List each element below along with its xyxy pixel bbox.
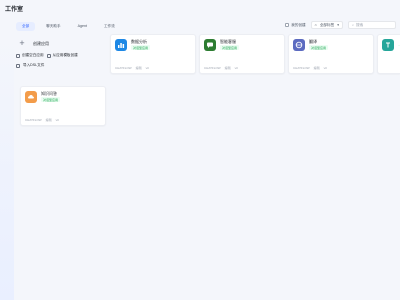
app-description — [115, 54, 191, 63]
app-footer: CHATFLOW 编辑 v0 — [204, 66, 280, 70]
chart-icon — [115, 39, 127, 51]
app-type-badge: 对话型应用 — [41, 97, 61, 102]
app-root: 工作室 全部 聊天助手 Agent 工作流 我的创建 ⌂ 全部标签 ▾ ⌕ 搜索… — [0, 0, 400, 300]
blank-doc-icon — [16, 53, 20, 58]
app-type-badge: 对话型应用 — [131, 45, 151, 50]
import-icon — [16, 63, 20, 68]
create-app-button[interactable]: + 创建应用 — [16, 39, 102, 48]
app-type-badge: 对话型应用 — [220, 45, 240, 50]
app-edit[interactable]: 编辑 — [136, 66, 142, 70]
tag-icon: ⌂ — [314, 23, 317, 27]
plus-icon: + — [19, 38, 25, 48]
toolbar: 我的创建 ⌂ 全部标签 ▾ ⌕ 搜索 — [285, 21, 396, 29]
tab-agent[interactable]: Agent — [72, 22, 93, 30]
app-edit[interactable]: 编辑 — [225, 66, 231, 70]
template-icon — [46, 53, 51, 58]
app-card[interactable]: 智能客服 对话型应用 CHATFLOW 编辑 v0 — [199, 34, 285, 74]
app-card[interactable]: 知识问答 对话型应用 CHATFLOW 编辑 v0 — [20, 86, 106, 126]
app-description — [382, 54, 396, 63]
tab-workflow[interactable]: 工作流 — [98, 22, 121, 31]
app-mode: CHATFLOW — [293, 66, 310, 70]
app-footer: CHATFLOW 编辑 v0 — [293, 66, 369, 70]
create-template-label: 从应用模板创建 — [52, 53, 78, 57]
create-app-panel: + 创建应用 创建空白应用 从应用模板创建 导入DSL文件 — [16, 37, 102, 68]
app-description — [25, 106, 101, 115]
search-placeholder: 搜索 — [356, 22, 364, 27]
app-mode: CHATFLOW — [115, 66, 132, 70]
tags-select[interactable]: ⌂ 全部标签 ▾ — [310, 21, 343, 29]
app-card[interactable]: 翻译 对话型应用 CHATFLOW 编辑 v0 — [288, 34, 374, 74]
app-type-badge: 对话型应用 — [309, 45, 329, 50]
app-card[interactable]: 数据分析 对话型应用 CHATFLOW 编辑 v0 — [110, 34, 196, 74]
chat-icon — [204, 39, 216, 51]
category-tabs: 全部 聊天助手 Agent 工作流 — [16, 20, 126, 32]
checkbox-label: 我的创建 — [291, 22, 306, 27]
app-mode: CHATFLOW — [25, 118, 42, 122]
import-dsl-button[interactable]: 导入DSL文件 — [16, 63, 102, 68]
import-dsl-label: 导入DSL文件 — [23, 63, 45, 67]
app-description — [293, 54, 369, 63]
app-edit[interactable]: 编辑 — [46, 118, 52, 122]
cloud-icon — [25, 91, 37, 103]
app-mode: CHATFLOW — [204, 66, 221, 70]
translate-icon — [293, 39, 305, 51]
tab-all[interactable]: 全部 — [16, 21, 36, 31]
create-app-label: 创建应用 — [33, 40, 49, 46]
create-options: 创建空白应用 从应用模板创建 — [16, 53, 102, 58]
page-title: 工作室 — [5, 7, 24, 13]
checkbox[interactable] — [285, 23, 290, 27]
app-footer: CHATFLOW 编辑 v0 — [25, 118, 101, 122]
app-version: v0 — [145, 66, 149, 70]
app-version: v0 — [55, 118, 59, 122]
app-footer: CHATFLOW 编辑 v0 — [115, 66, 191, 70]
search-icon: ⌕ — [352, 23, 355, 27]
create-from-template-button[interactable]: 从应用模板创建 — [46, 53, 78, 58]
my-created-filter[interactable]: 我的创建 — [285, 22, 306, 28]
app-card[interactable] — [377, 34, 400, 74]
tags-select-value: 全部标签 — [319, 22, 335, 27]
search-input[interactable]: ⌕ 搜索 — [348, 21, 396, 29]
app-version: v0 — [323, 66, 327, 70]
app-description — [204, 54, 280, 63]
app-edit[interactable]: 编辑 — [314, 66, 320, 70]
left-gradient — [0, 32, 14, 300]
app-version: v0 — [234, 66, 238, 70]
create-blank-button[interactable]: 创建空白应用 — [16, 53, 44, 58]
text-icon — [382, 39, 394, 51]
tab-chat-assistant[interactable]: 聊天助手 — [40, 22, 66, 31]
create-blank-label: 创建空白应用 — [22, 53, 44, 57]
chevron-down-icon: ▾ — [337, 23, 339, 27]
